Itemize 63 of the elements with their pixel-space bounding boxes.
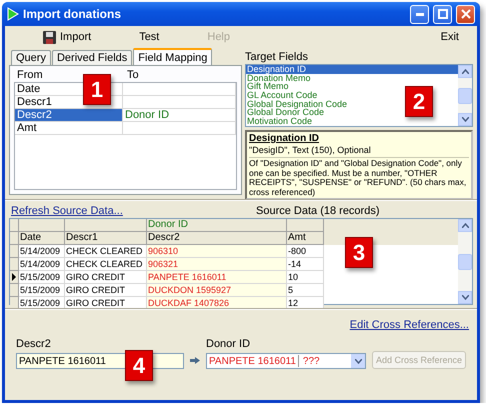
toolbar-button[interactable]: Exit — [436, 30, 463, 44]
callout-tooltip: 1 — [83, 74, 111, 105]
list-item[interactable]: Global Designation Code — [246, 100, 348, 108]
minimize-icon — [416, 12, 424, 16]
donor-id-dropdown[interactable]: PANPETE 1616011 ??? — [206, 353, 366, 369]
minimize-button[interactable] — [410, 4, 429, 24]
scrollbar[interactable] — [458, 219, 472, 304]
maximize-icon — [438, 9, 448, 19]
scrollbar-thumb[interactable] — [458, 254, 472, 270]
source-data-title: Source Data (18 records) — [255, 205, 380, 217]
field-label: Descr2 — [16, 337, 52, 351]
current-row-icon — [12, 273, 16, 281]
tab[interactable]: Query — [11, 50, 51, 65]
table-cell: PANPETE 1616011 — [147, 271, 287, 284]
table-cell: -14 — [287, 258, 324, 271]
table-cell: DUCKDON 1595927 — [147, 284, 287, 297]
toolbar-button[interactable]: Import — [39, 30, 96, 44]
field-info-description: Of "Designation ID" and "Global Designation Code", only one can be specified. Must be a number, "OTHER RECEIPTS", "SUSPENSE" or "REFUND". (50 chars max, cross referenced) — [249, 159, 468, 197]
refresh-link[interactable]: Refresh Source Data... — [11, 205, 211, 217]
maximize-button[interactable] — [433, 4, 452, 24]
table-cell: CHECK CLEARED — [65, 258, 147, 271]
scrollbar[interactable] — [458, 65, 472, 126]
close-icon — [460, 9, 470, 19]
tab[interactable]: Derived Fields — [52, 50, 132, 65]
table-cell: 5/14/2009 — [19, 245, 65, 258]
table-cell: 5/15/2009 — [19, 271, 65, 284]
table-cell[interactable]: Amt — [15, 122, 123, 134]
column-header: From — [17, 69, 44, 81]
table-cell: 5 — [287, 284, 324, 297]
target-fields-label: Target Fields — [245, 50, 309, 64]
field-label: Donor ID — [206, 337, 252, 351]
table-cell: 5/14/2009 — [19, 258, 65, 271]
list-item[interactable]: Donation Memo — [246, 74, 311, 82]
app-icon — [7, 7, 19, 21]
edit-cross-references-link[interactable]: Edit Cross References... — [350, 319, 469, 333]
table-cell: GIRO CREDIT — [65, 284, 147, 297]
table-cell: 10 — [287, 271, 324, 284]
column-header: To — [127, 69, 140, 81]
callout-tooltip: 3 — [345, 237, 373, 268]
list-item[interactable]: Global Donor Code — [246, 108, 324, 118]
table-cell: -800 — [287, 245, 324, 258]
list-item[interactable]: GL Account Code — [246, 91, 318, 100]
field-info-summary: "DesigID", Text (150), Optional — [249, 145, 469, 158]
row-header[interactable] — [10, 271, 19, 284]
list-item[interactable]: Motivation Code — [246, 117, 312, 126]
callout-tooltip: 4 — [125, 350, 153, 381]
close-button[interactable] — [456, 4, 475, 24]
callout-tooltip: 2 — [405, 86, 433, 117]
window-title: Import donations — [23, 7, 122, 21]
table-cell: 906321 — [147, 258, 287, 271]
toolbar-button[interactable]: Test — [135, 30, 164, 44]
list-item[interactable]: Gift Memo — [246, 82, 289, 92]
list-item[interactable]: Designation ID — [246, 65, 458, 74]
arrow-right-icon — [190, 357, 200, 364]
table-cell: CHECK CLEARED — [65, 245, 147, 258]
table-cell: 906310 — [147, 245, 287, 258]
table-cell[interactable]: Donor ID — [123, 109, 236, 121]
scrollbar-thumb[interactable] — [458, 88, 472, 104]
table-cell: GIRO CREDIT — [65, 271, 147, 284]
table-cell[interactable]: Descr2 — [15, 109, 123, 121]
tab[interactable]: Field Mapping — [133, 48, 212, 65]
field-info-title: Designation ID — [249, 133, 320, 145]
table-cell: 5/15/2009 — [19, 284, 65, 297]
